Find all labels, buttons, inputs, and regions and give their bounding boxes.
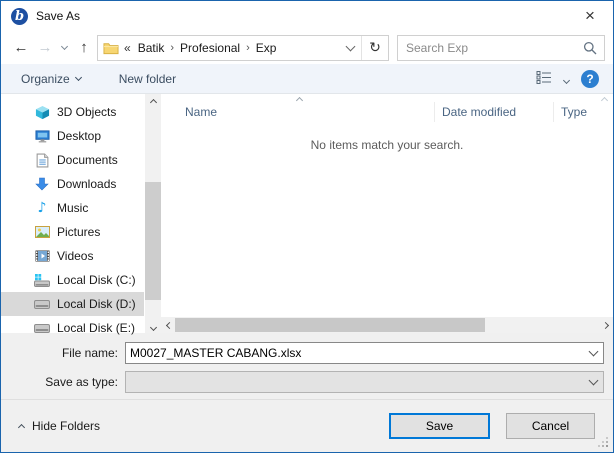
sidebar-item-label: Desktop [57, 129, 101, 143]
sidebar-item-label: Local Disk (D:) [57, 297, 136, 311]
app-logo-icon: b [11, 8, 28, 25]
file-name-dropdown-icon[interactable] [583, 351, 603, 355]
horizontal-scrollbar[interactable] [161, 317, 613, 333]
organize-button[interactable]: Organize [21, 72, 81, 86]
music-icon: ♪ [34, 200, 50, 216]
refresh-icon[interactable]: ↻ [362, 39, 388, 56]
documents-icon [34, 153, 50, 168]
pictures-icon [34, 226, 50, 238]
sidebar-item-label: 3D Objects [57, 105, 116, 119]
sidebar-item-local-disk-e[interactable]: Local Disk (E:) [1, 316, 144, 340]
resize-grip[interactable] [606, 445, 608, 447]
drive-icon [34, 300, 50, 309]
sidebar-item-local-disk-d[interactable]: Local Disk (D:) [1, 292, 144, 316]
sidebar-item-downloads[interactable]: Downloads [1, 172, 144, 196]
sidebar-item-label: Local Disk (E:) [57, 321, 135, 335]
navigation-pane: 3D Objects Desktop Documents Downloads [1, 94, 161, 333]
help-button[interactable]: ? [581, 70, 599, 88]
save-button[interactable]: Save [389, 413, 490, 439]
save-as-type-dropdown-icon[interactable] [583, 380, 603, 384]
hide-folders-button[interactable]: Hide Folders [19, 419, 100, 433]
column-header-type[interactable]: Type [554, 102, 613, 122]
sidebar-item-label: Music [57, 201, 88, 215]
empty-folder-message: No items match your search. [161, 138, 613, 152]
downloads-icon [34, 177, 50, 191]
breadcrumb-overflow[interactable]: « [124, 41, 131, 55]
sidebar-item-label: Local Disk (C:) [57, 273, 136, 287]
cancel-button[interactable]: Cancel [506, 413, 595, 439]
up-icon[interactable]: ↑ [71, 39, 97, 56]
desktop-icon [34, 129, 50, 144]
back-icon[interactable]: ← [9, 39, 33, 56]
close-icon[interactable]: × [567, 1, 613, 31]
address-bar[interactable]: « Batik › Profesional › Exp ↻ [97, 35, 389, 61]
forward-icon[interactable]: → [33, 39, 57, 56]
horizontal-scrollbar-thumb[interactable] [175, 318, 485, 332]
hide-folders-label: Hide Folders [32, 419, 100, 433]
sidebar-item-label: Downloads [57, 177, 116, 191]
new-folder-button[interactable]: New folder [119, 72, 176, 86]
breadcrumb-segment-batik[interactable]: Batik [133, 40, 170, 56]
save-as-type-select[interactable] [125, 371, 604, 393]
breadcrumb-segment-exp[interactable]: Exp [251, 40, 282, 56]
save-as-type-label: Save as type: [1, 375, 125, 389]
sidebar-item-documents[interactable]: Documents [1, 148, 144, 172]
sidebar-item-music[interactable]: ♪ Music [1, 196, 144, 220]
drive-icon [34, 324, 50, 333]
sidebar-item-label: Documents [57, 153, 118, 167]
column-header-name[interactable]: Name [161, 102, 435, 122]
dialog-footer: Hide Folders Save Cancel [1, 399, 613, 452]
details-view-icon[interactable] [536, 70, 552, 87]
footer-buttons: Save Cancel [389, 413, 595, 439]
sidebar-item-videos[interactable]: Videos [1, 244, 144, 268]
column-header-date-modified[interactable]: Date modified [435, 102, 554, 122]
sidebar-scrollbar-thumb[interactable] [145, 182, 161, 300]
chevron-up-icon [18, 424, 25, 431]
file-name-row: File name: [1, 342, 613, 364]
sidebar-item-pictures[interactable]: Pictures [1, 220, 144, 244]
chevron-down-icon [75, 73, 82, 80]
save-as-type-row: Save as type: [1, 371, 613, 393]
scroll-down-icon[interactable] [145, 328, 161, 330]
sidebar-scrollbar[interactable] [145, 94, 161, 333]
search-icon[interactable] [583, 41, 597, 55]
address-dropdown-icon[interactable] [339, 46, 361, 50]
search-input[interactable] [398, 41, 576, 55]
save-as-dialog: b Save As × ← → ↑ « Batik › Profesional … [0, 0, 614, 453]
file-name-input[interactable] [126, 346, 583, 360]
command-toolbar: Organize New folder ? [1, 64, 613, 94]
file-name-combobox [125, 342, 604, 364]
view-options-dropdown-icon[interactable] [564, 72, 569, 86]
sidebar-item-local-disk-c[interactable]: Local Disk (C:) [1, 268, 144, 292]
navigation-bar: ← → ↑ « Batik › Profesional › Exp ↻ [1, 31, 613, 64]
sidebar-item-desktop[interactable]: Desktop [1, 124, 144, 148]
3d-objects-icon [34, 105, 50, 120]
scroll-up-icon[interactable] [145, 97, 161, 105]
sidebar-item-label: Videos [57, 249, 93, 263]
os-drive-icon [34, 274, 50, 287]
scroll-right-icon[interactable] [597, 323, 613, 328]
file-list: Name Date modified Type No items match y… [161, 94, 613, 333]
search-box [397, 35, 605, 61]
sidebar-item-label: Pictures [57, 225, 100, 239]
folder-icon [103, 41, 119, 55]
file-name-label: File name: [1, 346, 125, 360]
new-folder-label: New folder [119, 72, 176, 86]
file-fields-section: File name: Save as type: [1, 333, 613, 399]
organize-label: Organize [21, 72, 70, 86]
toolbar-right: ? [536, 70, 599, 88]
window-title: Save As [36, 9, 80, 23]
videos-icon [34, 250, 50, 262]
breadcrumb-segment-profesional[interactable]: Profesional [175, 40, 245, 56]
sidebar-item-3d-objects[interactable]: 3D Objects [1, 100, 144, 124]
column-headers: Name Date modified Type [161, 100, 613, 124]
main-area: 3D Objects Desktop Documents Downloads [1, 94, 613, 333]
history-dropdown-icon[interactable] [57, 47, 71, 49]
title-bar[interactable]: b Save As × [1, 1, 613, 31]
